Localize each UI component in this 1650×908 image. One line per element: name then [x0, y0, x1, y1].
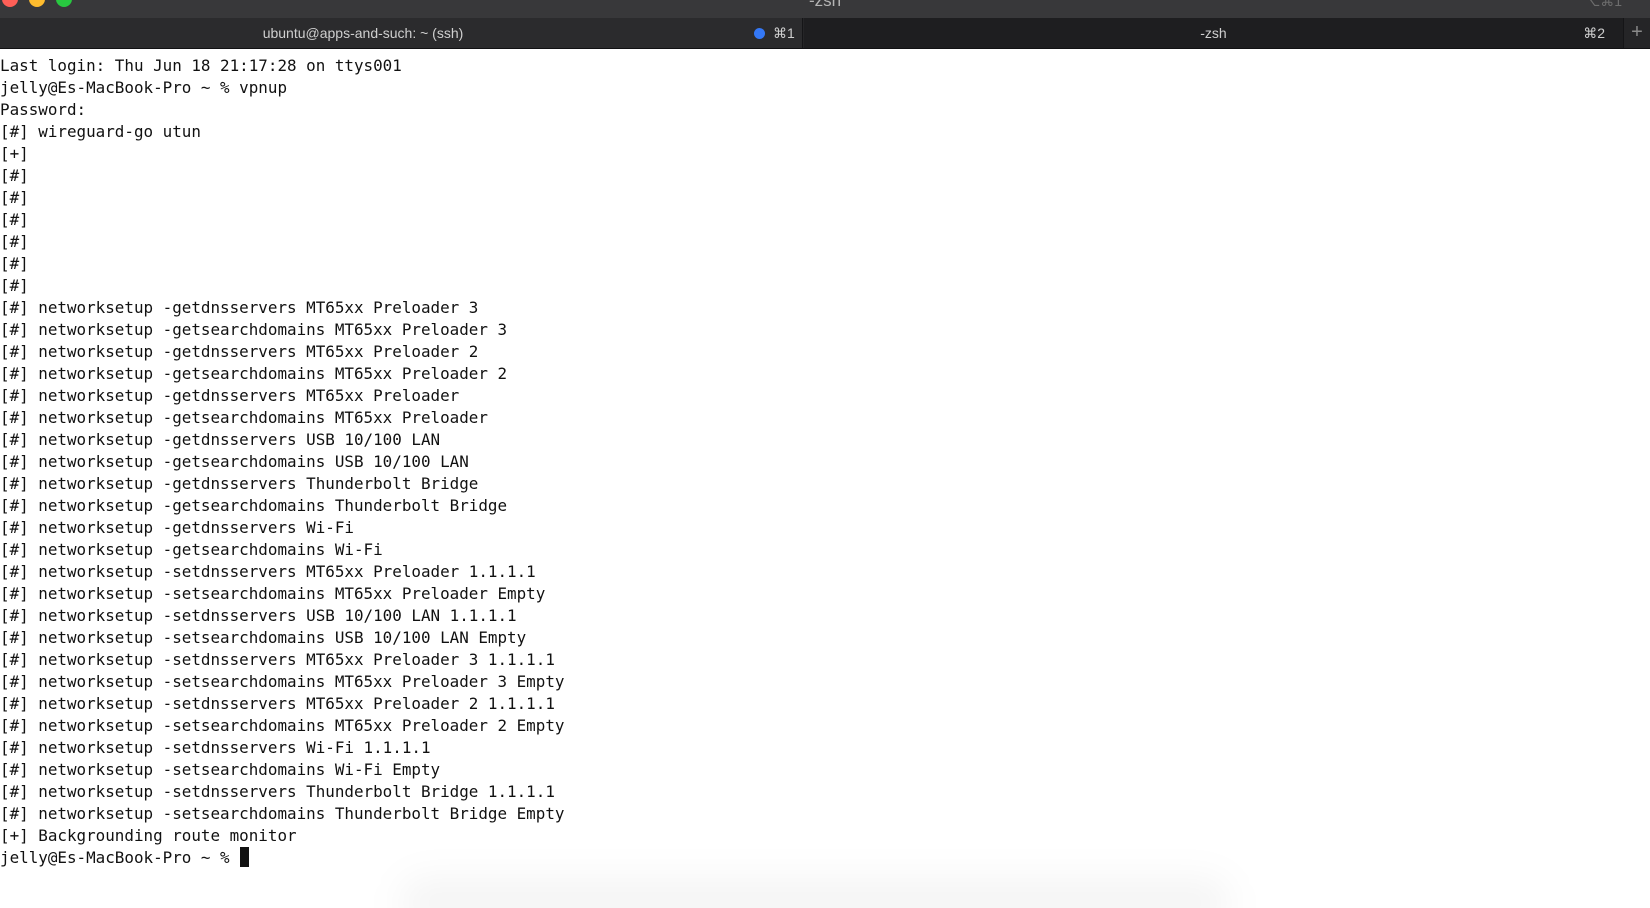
tab-title: ubuntu@apps-and-such: ~ (ssh)	[262, 25, 464, 41]
activity-dot-icon	[754, 28, 765, 39]
terminal-line: [#] networksetup -setsearchdomains Thund…	[0, 804, 565, 823]
terminal-prompt: jelly@Es-MacBook-Pro ~ %	[0, 848, 240, 867]
terminal-line: [#]	[0, 188, 29, 207]
window-shortcut: ⌥⌘1	[1584, 0, 1622, 9]
terminal-line: Password:	[0, 100, 87, 119]
terminal-line: [#] networksetup -setdnsservers MT65xx P…	[0, 650, 555, 669]
terminal-line: Last login: Thu Jun 18 21:17:28 on ttys0…	[0, 56, 402, 75]
terminal-line: [#] networksetup -setsearchdomains MT65x…	[0, 672, 565, 691]
terminal-line: [#] networksetup -getdnsservers MT65xx P…	[0, 342, 479, 361]
tab-ssh-session[interactable]: ubuntu@apps-and-such: ~ (ssh) ⌘1	[0, 18, 803, 48]
terminal-line: [#] networksetup -getdnsservers MT65xx P…	[0, 386, 460, 405]
terminal-line: [#] networksetup -getsearchdomains Thund…	[0, 496, 508, 515]
terminal-line: [#] wireguard-go utun	[0, 122, 201, 141]
terminal-line: [#] networksetup -getdnsservers USB 10/1…	[0, 430, 441, 449]
terminal-line: [#] networksetup -getdnsservers Wi-Fi	[0, 518, 354, 537]
terminal-line: [#] networksetup -setdnsservers Wi-Fi 1.…	[0, 738, 431, 757]
terminal-line: [#]	[0, 276, 29, 295]
terminal-line: [#] networksetup -setdnsservers Thunderb…	[0, 782, 555, 801]
terminal-line: [#] networksetup -setsearchdomains USB 1…	[0, 628, 527, 647]
window-titlebar: -zsh ⌥⌘1	[0, 0, 1650, 18]
terminal-line: [#] networksetup -setsearchdomains Wi-Fi…	[0, 760, 441, 779]
terminal-line: [#]	[0, 166, 29, 185]
window-title: -zsh	[808, 0, 842, 10]
terminal-line: [#] networksetup -getdnsservers Thunderb…	[0, 474, 479, 493]
text-cursor	[240, 847, 250, 867]
terminal-line: [#] networksetup -setdnsservers MT65xx P…	[0, 694, 555, 713]
terminal-line: [#] networksetup -getsearchdomains MT65x…	[0, 320, 508, 339]
terminal-line: [#] networksetup -getsearchdomains MT65x…	[0, 408, 488, 427]
terminal-line: [#] networksetup -setsearchdomains MT65x…	[0, 716, 565, 735]
tab-shortcut: ⌘1	[773, 25, 795, 41]
tab-shortcut: ⌘2	[1583, 25, 1605, 41]
terminal-line: [#] networksetup -setsearchdomains MT65x…	[0, 584, 546, 603]
terminal-line: [#]	[0, 254, 29, 273]
terminal-line: jelly@Es-MacBook-Pro ~ % vpnup	[0, 78, 288, 97]
new-tab-button[interactable]: +	[1624, 18, 1650, 48]
tab-bar: ubuntu@apps-and-such: ~ (ssh) ⌘1 -zsh ⌘2…	[0, 18, 1650, 49]
window-shadow	[400, 878, 1230, 908]
terminal-line: [#] networksetup -setdnsservers USB 10/1…	[0, 606, 517, 625]
terminal-line: [+]	[0, 144, 29, 163]
terminal-output[interactable]: Last login: Thu Jun 18 21:17:28 on ttys0…	[0, 49, 1650, 908]
terminal-line: [#]	[0, 232, 29, 251]
terminal-line: [#] networksetup -getsearchdomains Wi-Fi	[0, 540, 383, 559]
tab-zsh-session[interactable]: -zsh ⌘2	[804, 18, 1624, 48]
terminal-line: [#]	[0, 210, 29, 229]
terminal-line: [#] networksetup -getsearchdomains USB 1…	[0, 452, 469, 471]
terminal-prompt-line[interactable]: jelly@Es-MacBook-Pro ~ %	[0, 847, 564, 869]
terminal-line: [#] networksetup -setdnsservers MT65xx P…	[0, 562, 536, 581]
terminal-line: [#] networksetup -getdnsservers MT65xx P…	[0, 298, 479, 317]
terminal-lines: Last login: Thu Jun 18 21:17:28 on ttys0…	[0, 55, 564, 869]
tab-title: -zsh	[1200, 25, 1227, 41]
terminal-line: [+] Backgrounding route monitor	[0, 826, 297, 845]
terminal-line: [#] networksetup -getsearchdomains MT65x…	[0, 364, 508, 383]
